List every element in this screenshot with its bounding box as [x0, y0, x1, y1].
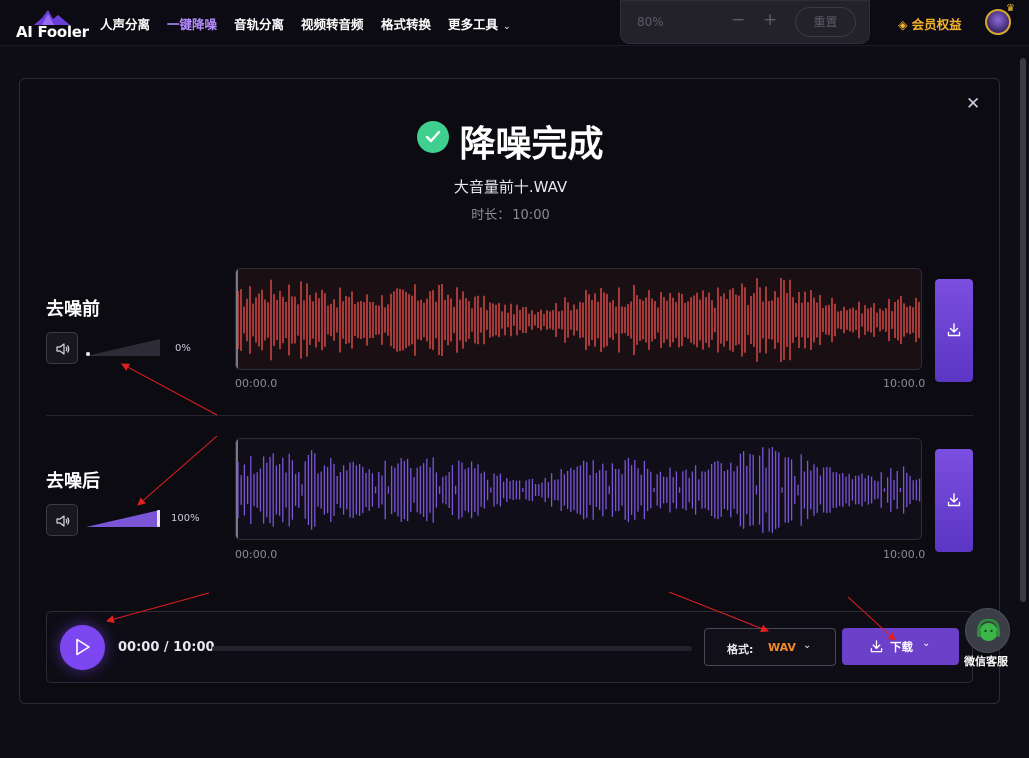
playhead-after[interactable] — [236, 439, 238, 539]
download-icon — [947, 493, 961, 507]
track-after-label: 去噪后 — [46, 471, 100, 492]
nav-noise-reduction[interactable]: 一键降噪 — [167, 14, 217, 33]
noise-reduction-result-modal: ✕ 降噪完成 大音量前十.WAV 时长： 10:00 去噪前 0% 00:00.0… — [19, 78, 1000, 704]
volume-track — [86, 339, 160, 356]
volume-slider-after[interactable] — [86, 510, 160, 528]
zoom-out-button[interactable]: − — [731, 10, 745, 30]
chevron-down-icon: ⌄ — [503, 22, 511, 32]
support-avatar — [965, 608, 1010, 653]
logo-text: AI Fooler — [16, 23, 89, 41]
download-icon — [870, 640, 883, 653]
time-start-after: 00:00.0 — [235, 548, 278, 561]
download-label: 下载 — [890, 640, 913, 654]
nav-more-tools-label: 更多工具 — [448, 17, 499, 32]
time-end-after: 10:00.0 — [883, 548, 926, 561]
volume-knob — [157, 510, 160, 527]
zoom-toolbar: 80% − + 重置 — [620, 0, 870, 44]
headset-icon — [977, 618, 1000, 641]
volume-knob — [86, 352, 90, 356]
nav-format-convert[interactable]: 格式转换 — [381, 14, 431, 33]
playback-progress[interactable] — [212, 646, 692, 651]
playhead-before[interactable] — [236, 269, 238, 369]
time-start-before: 00:00.0 — [235, 377, 278, 390]
waveform-before[interactable] — [235, 268, 922, 370]
modal-title: 降噪完成 — [459, 124, 604, 165]
support-label: 微信客服 — [964, 655, 1008, 668]
download-icon — [947, 323, 961, 337]
time-end-before: 10:00.0 — [883, 377, 926, 390]
diamond-icon: ◈ — [898, 17, 908, 32]
close-icon[interactable]: ✕ — [966, 94, 980, 114]
volume-slider-before[interactable] — [86, 339, 160, 357]
nav-video-to-audio[interactable]: 视频转音频 — [301, 14, 364, 33]
player-bar: 00:00 / 10:00 格式: WAV ⌄ 下载 ⌄ — [46, 611, 973, 683]
nav-more-tools[interactable]: 更多工具 ⌄ — [448, 14, 511, 33]
nav-vocal-separation[interactable]: 人声分离 — [100, 14, 150, 33]
download-before-button[interactable] — [935, 279, 973, 382]
chevron-down-icon: ⌄ — [803, 640, 812, 651]
play-icon — [76, 638, 90, 656]
format-label: 格式: — [727, 643, 754, 656]
file-name: 大音量前十.WAV — [453, 178, 568, 196]
nav-track-separation[interactable]: 音轨分离 — [234, 14, 284, 33]
waveform-after[interactable] — [235, 438, 922, 540]
wechat-support[interactable]: 微信客服 — [964, 608, 1012, 670]
volume-value-before: 0% — [175, 343, 191, 354]
modal-title-row: 降噪完成 — [20, 115, 1001, 167]
speaker-icon[interactable] — [46, 332, 78, 364]
zoom-value: 80% — [637, 15, 664, 29]
page-scrollbar[interactable] — [1020, 58, 1026, 602]
avatar[interactable]: ♛ — [985, 3, 1015, 35]
chevron-down-icon: ⌄ — [922, 638, 931, 649]
vip-benefits-link[interactable]: ◈ 会员权益 — [898, 14, 962, 33]
volume-fill — [86, 510, 160, 527]
format-value: WAV — [768, 641, 796, 654]
volume-value-after: 100% — [171, 513, 200, 524]
file-duration: 时长： 10:00 — [20, 204, 1001, 223]
playback-time: 00:00 / 10:00 — [118, 640, 215, 655]
play-button[interactable] — [60, 625, 105, 670]
zoom-in-button[interactable]: + — [763, 10, 777, 30]
crown-icon: ♛ — [1006, 3, 1015, 14]
track-before-label: 去噪前 — [46, 299, 100, 320]
check-circle-icon — [417, 121, 450, 153]
duration-value: 10:00 — [512, 208, 550, 223]
speaker-icon[interactable] — [46, 504, 78, 536]
duration-label: 时长： — [471, 208, 511, 223]
vip-label: 会员权益 — [911, 17, 962, 32]
zoom-reset-button[interactable]: 重置 — [795, 7, 856, 37]
top-nav: AI Fooler 人声分离 一键降噪 音轨分离 视频转音频 格式转换 更多工具… — [0, 0, 1029, 46]
download-button[interactable]: 下载 ⌄ — [842, 628, 959, 665]
logo[interactable]: AI Fooler — [14, 6, 89, 42]
format-select[interactable]: 格式: WAV ⌄ — [704, 628, 836, 666]
download-after-button[interactable] — [935, 449, 973, 552]
track-divider — [46, 415, 973, 416]
